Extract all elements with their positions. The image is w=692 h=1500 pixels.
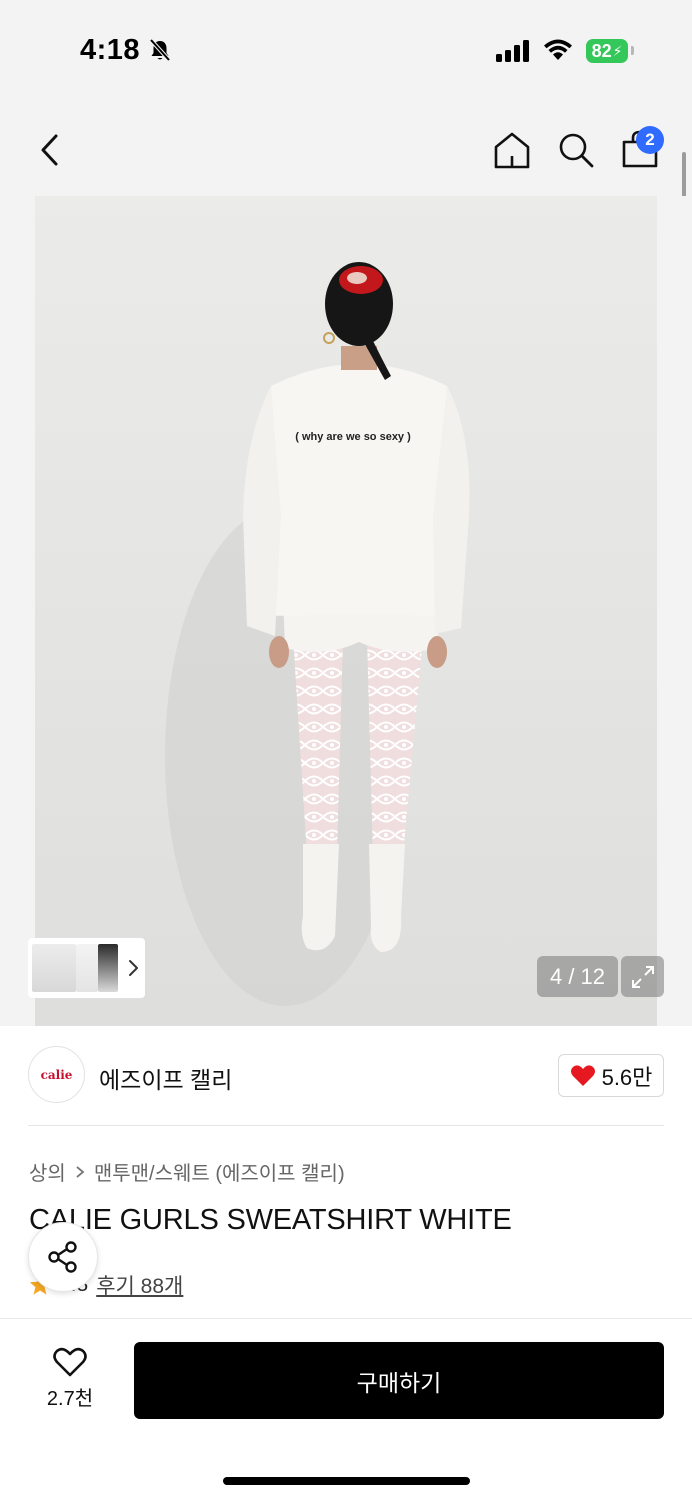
brand-like-button[interactable]: 5.6만 xyxy=(558,1054,664,1097)
wishlist-count: 2.7천 xyxy=(46,1388,94,1410)
heart-filled-icon xyxy=(570,1064,595,1086)
product-image[interactable]: ( why are we so sexy ) xyxy=(35,196,657,1026)
fullscreen-button[interactable] xyxy=(621,956,664,997)
search-icon xyxy=(559,133,594,168)
thumbnail-1[interactable] xyxy=(32,944,76,992)
battery-indicator: 82 ⚡ xyxy=(586,39,628,63)
brand-logo-text: calie xyxy=(40,1067,73,1082)
battery-level: 82 xyxy=(591,40,612,61)
thumbnail-3[interactable] xyxy=(98,944,118,992)
breadcrumb: 상의 맨투맨/스웨트 (에즈이프 캘리) xyxy=(29,1157,345,1186)
product-title: CALIE GURLS SWEATSHIRT WHITE xyxy=(29,1204,512,1236)
sweatshirt-print-text: ( why are we so sexy ) xyxy=(295,431,411,443)
expand-icon xyxy=(631,965,654,988)
cellular-signal-icon xyxy=(496,40,532,67)
search-button[interactable] xyxy=(556,130,596,175)
thumbnail-2[interactable] xyxy=(76,944,98,992)
status-time: 4:18 xyxy=(80,34,141,66)
home-icon xyxy=(494,132,530,169)
battery-tip xyxy=(631,46,634,55)
wishlist-button[interactable]: 2.7천 xyxy=(28,1346,112,1416)
share-icon xyxy=(48,1241,77,1273)
charging-bolt-icon: ⚡ xyxy=(612,42,623,59)
home-indicator[interactable] xyxy=(223,1477,470,1485)
bell-muted-icon xyxy=(148,38,172,69)
brand-logo[interactable]: calie xyxy=(28,1046,85,1103)
back-button[interactable] xyxy=(36,132,64,173)
chevron-left-icon xyxy=(41,134,58,166)
top-nav xyxy=(0,100,692,196)
home-button[interactable] xyxy=(492,130,532,175)
chevron-right-icon xyxy=(129,960,138,976)
brand-name[interactable]: 에즈이프 캘리 xyxy=(99,1061,232,1095)
image-counter: 4 / 12 xyxy=(537,956,618,997)
chevron-right-icon xyxy=(76,1165,85,1178)
brand-row[interactable]: calie 에즈이프 캘리 5.6만 xyxy=(28,1046,664,1104)
brand-like-count: 5.6만 xyxy=(601,1064,653,1090)
reviews-link[interactable]: 후기 88개 xyxy=(96,1270,183,1300)
heart-outline-icon xyxy=(53,1347,87,1377)
thumbnail-strip[interactable] xyxy=(28,938,145,998)
breadcrumb-category[interactable]: 상의 xyxy=(29,1157,66,1186)
cart-count-badge: 2 xyxy=(636,126,664,154)
buy-button[interactable]: 구매하기 xyxy=(134,1342,664,1419)
wifi-icon xyxy=(542,38,574,67)
breadcrumb-subcategory[interactable]: 맨투맨/스웨트 (에즈이프 캘리) xyxy=(94,1157,345,1186)
share-button[interactable] xyxy=(28,1222,98,1292)
divider xyxy=(28,1125,664,1126)
